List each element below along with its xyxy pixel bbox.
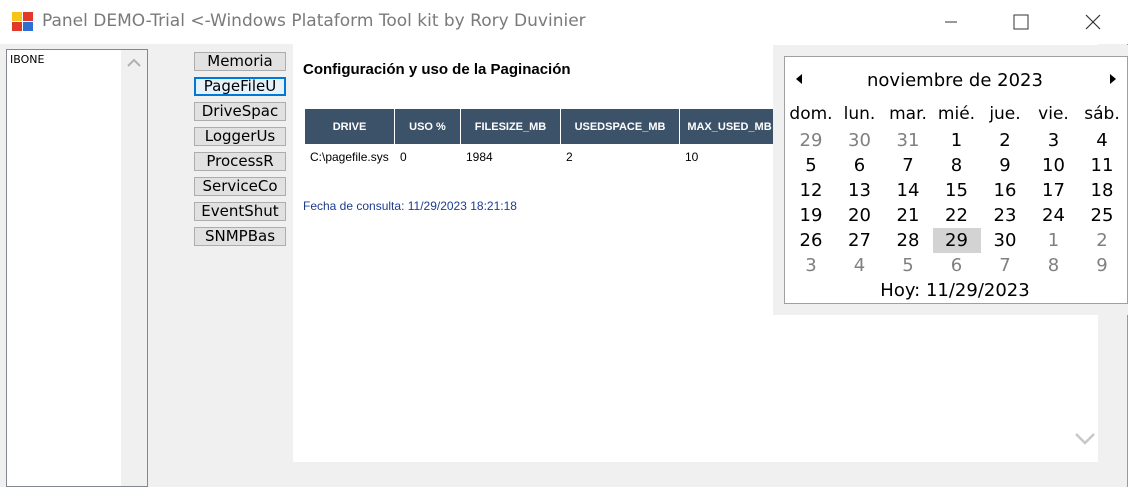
- calendar-month-label[interactable]: noviembre de 2023: [785, 70, 1125, 91]
- app-icon: [12, 12, 34, 32]
- chevron-down-icon[interactable]: [1073, 430, 1097, 448]
- calendar-day[interactable]: 7: [884, 153, 932, 178]
- calendar-day[interactable]: 3: [787, 253, 835, 278]
- calendar-day[interactable]: 31: [884, 128, 932, 153]
- machine-listbox[interactable]: IBONE: [6, 49, 148, 487]
- calendar-day[interactable]: 25: [1078, 203, 1126, 228]
- calendar-day[interactable]: 20: [836, 203, 884, 228]
- column-header-uso[interactable]: USO %: [395, 109, 461, 144]
- calendar-day[interactable]: 30: [836, 128, 884, 153]
- weekday-label: jue.: [989, 104, 1021, 124]
- calendar-day[interactable]: 29: [787, 128, 835, 153]
- maximize-button[interactable]: [986, 0, 1056, 44]
- calendar-day[interactable]: 24: [1030, 203, 1078, 228]
- calendar-day[interactable]: 1: [933, 128, 981, 153]
- calendar-day[interactable]: 12: [787, 178, 835, 203]
- calendar-day[interactable]: 28: [884, 228, 932, 253]
- calendar-day[interactable]: 8: [1030, 253, 1078, 278]
- calendar-day[interactable]: 16: [981, 178, 1029, 203]
- window-title: Panel DEMO-Trial <-Windows Plataform Too…: [42, 11, 586, 31]
- calendar-day[interactable]: 15: [933, 178, 981, 203]
- weekday-label: lun.: [843, 104, 876, 124]
- column-header-usedspace[interactable]: USEDSPACE_MB: [561, 109, 680, 144]
- calendar-day[interactable]: 4: [836, 253, 884, 278]
- calendar-body: noviembre de 2023 dom. lun. mar. mié. jue. vi…: [784, 56, 1128, 304]
- weekday-label: mié.: [937, 104, 976, 124]
- calendar-day[interactable]: 22: [933, 203, 981, 228]
- calendar-day[interactable]: 6: [836, 153, 884, 178]
- maximize-icon: [1013, 14, 1029, 30]
- snmp-button[interactable]: SNMPBas: [194, 227, 286, 246]
- cell-filesize[interactable]: 1984: [461, 150, 561, 164]
- calendar-day[interactable]: 23: [981, 203, 1029, 228]
- calendar-day[interactable]: 8: [933, 153, 981, 178]
- grid-header: DRIVE USO % FILESIZE_MB USEDSPACE_MB MAX…: [305, 109, 780, 144]
- query-timestamp: Fecha de consulta: 11/29/2023 18:21:18: [303, 199, 517, 213]
- loggerusers-button[interactable]: LoggerUs: [194, 127, 286, 146]
- chevron-up-icon[interactable]: [126, 58, 142, 68]
- calendar-day[interactable]: 14: [884, 178, 932, 203]
- calendar-day[interactable]: 27: [836, 228, 884, 253]
- close-icon: [1085, 14, 1101, 30]
- table-row[interactable]: C:\pagefile.sys 0 1984 2 10: [305, 150, 780, 164]
- calendar-day[interactable]: 9: [981, 153, 1029, 178]
- calendar-day[interactable]: 13: [836, 178, 884, 203]
- month-calendar[interactable]: noviembre de 2023 dom. lun. mar. mié. jue. vi…: [773, 45, 1128, 315]
- memoria-button[interactable]: Memoria: [194, 52, 286, 71]
- services-button[interactable]: ServiceCo: [194, 177, 286, 196]
- list-item[interactable]: IBONE: [10, 53, 44, 66]
- column-header-filesize[interactable]: FILESIZE_MB: [461, 109, 561, 144]
- title-bar: Panel DEMO-Trial <-Windows Plataform Too…: [0, 0, 1128, 44]
- minimize-icon: [945, 21, 957, 23]
- calendar-day[interactable]: 1: [1030, 228, 1078, 253]
- cell-usedspace[interactable]: 2: [561, 150, 680, 164]
- cell-maxused[interactable]: 10: [680, 150, 780, 164]
- calendar-today-link[interactable]: Hoy: 11/29/2023: [785, 280, 1125, 301]
- calendar-day[interactable]: 9: [1078, 253, 1126, 278]
- close-button[interactable]: [1058, 0, 1128, 44]
- cell-uso[interactable]: 0: [395, 150, 461, 164]
- calendar-day[interactable]: 2: [1078, 228, 1126, 253]
- listbox-scrollbar[interactable]: [121, 50, 147, 486]
- weekday-label: dom.: [789, 104, 833, 124]
- drivespace-button[interactable]: DriveSpac: [194, 102, 286, 121]
- calendar-day[interactable]: 5: [787, 153, 835, 178]
- calendar-day[interactable]: 10: [1030, 153, 1078, 178]
- weekday-label: sáb.: [1084, 104, 1120, 124]
- weekday-label: mar.: [889, 104, 927, 124]
- column-header-maxused[interactable]: MAX_USED_MB: [680, 109, 780, 144]
- processes-button[interactable]: ProcessR: [194, 152, 286, 171]
- calendar-day[interactable]: 4: [1078, 128, 1126, 153]
- calendar-day[interactable]: 3: [1030, 128, 1078, 153]
- weekday-label: vie.: [1038, 104, 1069, 124]
- cell-drive[interactable]: C:\pagefile.sys: [305, 150, 395, 164]
- eventshutdown-button[interactable]: EventShut: [194, 202, 286, 221]
- next-month-icon[interactable]: [1110, 74, 1116, 84]
- calendar-day[interactable]: 11: [1078, 153, 1126, 178]
- page-title: Configuración y uso de la Paginación: [303, 61, 571, 78]
- calendar-day[interactable]: 18: [1078, 178, 1126, 203]
- calendar-day[interactable]: 30: [981, 228, 1029, 253]
- calendar-day[interactable]: 17: [1030, 178, 1078, 203]
- calendar-day[interactable]: 2: [981, 128, 1029, 153]
- pagefile-button[interactable]: PageFileU: [194, 77, 286, 96]
- calendar-day[interactable]: 6: [933, 253, 981, 278]
- column-header-drive[interactable]: DRIVE: [305, 109, 395, 144]
- calendar-day[interactable]: 21: [884, 203, 932, 228]
- minimize-button[interactable]: [916, 0, 986, 44]
- calendar-day[interactable]: 19: [787, 203, 835, 228]
- calendar-day[interactable]: 29: [932, 228, 981, 253]
- calendar-day[interactable]: 26: [787, 228, 835, 253]
- calendar-day[interactable]: 5: [884, 253, 932, 278]
- calendar-day[interactable]: 7: [981, 253, 1029, 278]
